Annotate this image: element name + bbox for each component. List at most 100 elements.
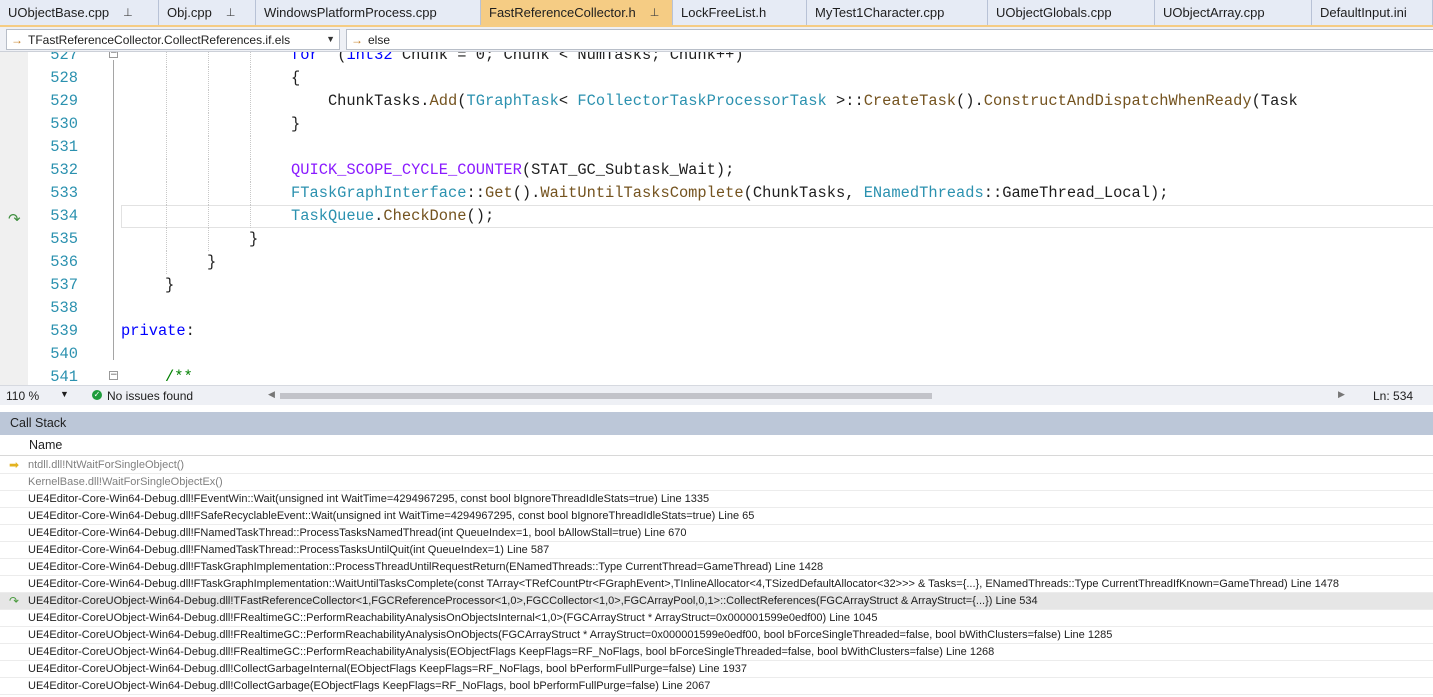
code-token: /** — [165, 368, 193, 385]
call-stack-frame[interactable]: UE4Editor-Core-Win64-Debug.dll!FSafeRecy… — [0, 508, 1433, 525]
call-stack-frame[interactable]: UE4Editor-Core-Win64-Debug.dll!FTaskGrap… — [0, 576, 1433, 593]
tab-windowsplatformprocess-cpp[interactable]: WindowsPlatformProcess.cpp — [256, 0, 481, 25]
column-header-name[interactable]: Name — [0, 435, 1433, 456]
call-stack-frame[interactable]: UE4Editor-CoreUObject-Win64-Debug.dll!FR… — [0, 610, 1433, 627]
call-stack-frame[interactable]: UE4Editor-CoreUObject-Win64-Debug.dll!FR… — [0, 627, 1433, 644]
indent-guide — [166, 159, 167, 182]
code-token: CheckDone — [383, 207, 467, 225]
call-stack-frame[interactable]: UE4Editor-CoreUObject-Win64-Debug.dll!Co… — [0, 661, 1433, 678]
line-number: 534 — [50, 207, 78, 225]
frame-name: UE4Editor-CoreUObject-Win64-Debug.dll!Co… — [28, 663, 748, 675]
call-stack-frame[interactable]: ↷ UE4Editor-CoreUObject-Win64-Debug.dll!T… — [0, 593, 1433, 610]
chevron-down-icon[interactable]: ▼ — [326, 30, 335, 49]
call-stack-frame[interactable]: UE4Editor-Core-Win64-Debug.dll!FEventWin… — [0, 491, 1433, 508]
code-token: FTaskGraphInterface — [291, 184, 467, 202]
tab-lockfreelist-h[interactable]: LockFreeList.h — [673, 0, 807, 25]
tab-obj-cpp[interactable]: Obj.cpp ⊥ — [159, 0, 256, 25]
call-stack-frame[interactable]: UE4Editor-CoreUObject-Win64-Debug.dll!Co… — [0, 678, 1433, 695]
line-number: 535 — [50, 230, 78, 248]
tab-fastreferencecollector-h[interactable]: FastReferenceCollector.h ⊥ — [481, 0, 673, 25]
code-token: ::GameThread_Local); — [983, 184, 1169, 202]
tab-defaultinput-ini[interactable]: DefaultInput.ini — [1312, 0, 1433, 25]
horizontal-scrollbar-thumb[interactable] — [280, 393, 932, 399]
code-line[interactable]: 533 FTaskGraphInterface::Get().WaitUntilT… — [0, 182, 1433, 205]
issues-status[interactable]: No issues found — [107, 389, 193, 403]
line-number: 541 — [50, 368, 78, 385]
tab-label: DefaultInput.ini — [1320, 5, 1407, 20]
code-token: int32 — [346, 52, 393, 64]
code-line[interactable]: 538 — [0, 297, 1433, 320]
code-line[interactable]: 529 ChunkTasks.Add(TGraphTask< FCollecto… — [0, 90, 1433, 113]
code-line[interactable]: ↷ 534 TaskQueue.CheckDone(); — [0, 205, 1433, 228]
frame-name: UE4Editor-Core-Win64-Debug.dll!FEventWin… — [28, 493, 710, 505]
line-number: 532 — [50, 161, 78, 179]
call-stack-frame[interactable]: UE4Editor-Core-Win64-Debug.dll!FNamedTas… — [0, 525, 1433, 542]
code-token: ( — [318, 52, 347, 64]
code-text: TaskQueue.CheckDone(); — [291, 205, 494, 228]
zoom-level[interactable]: 110 % — [6, 389, 39, 403]
code-token: : — [185, 322, 195, 340]
pin-icon[interactable]: ⊥ — [650, 6, 660, 19]
line-number: 528 — [50, 69, 78, 87]
tab-label: FastReferenceCollector.h — [489, 5, 636, 20]
line-number: 533 — [50, 184, 78, 202]
code-text: QUICK_SCOPE_CYCLE_COUNTER(STAT_GC_Subtas… — [291, 159, 734, 182]
code-line[interactable]: 531 — [0, 136, 1433, 159]
indent-guide — [166, 182, 167, 205]
code-token: (). — [956, 92, 984, 110]
tab-mytest1character-cpp[interactable]: MyTest1Character.cpp — [807, 0, 988, 25]
code-line[interactable]: 541 − /** — [0, 366, 1433, 385]
tab-uobjectarray-cpp[interactable]: UObjectArray.cpp — [1155, 0, 1312, 25]
code-token: } — [249, 230, 259, 248]
scope-arrow-icon: → — [11, 32, 23, 47]
code-editor[interactable]: 527− for (int32 Chunk = 0; Chunk < NumTas… — [0, 52, 1433, 385]
code-line[interactable]: 535} — [0, 228, 1433, 251]
code-token: (STAT_GC_Subtask_Wait); — [521, 161, 735, 179]
code-line[interactable]: 536} — [0, 251, 1433, 274]
indent-guide — [208, 136, 209, 159]
indent-guide — [166, 205, 167, 228]
code-token: TaskQueue — [291, 207, 375, 225]
indent-guide — [166, 136, 167, 159]
indent-guide — [208, 52, 209, 67]
call-stack-frame[interactable]: UE4Editor-Core-Win64-Debug.dll!FTaskGrap… — [0, 559, 1433, 576]
code-token: (); — [466, 207, 495, 225]
code-line[interactable]: 539 private: — [0, 320, 1433, 343]
indent-guide — [208, 205, 209, 228]
line-number: 540 — [50, 345, 78, 363]
collapse-icon[interactable]: − — [109, 371, 118, 380]
code-line[interactable]: 532 QUICK_SCOPE_CYCLE_COUNTER(STAT_GC_Sub… — [0, 159, 1433, 182]
code-line[interactable]: 527 − for (int32 Chunk = 0; Chunk < NumTas… — [0, 52, 1433, 67]
indent-guide — [208, 90, 209, 113]
code-line[interactable]: 537} — [0, 274, 1433, 297]
code-line[interactable]: 540 — [0, 343, 1433, 366]
tab-label: WindowsPlatformProcess.cpp — [264, 5, 437, 20]
frame-name: UE4Editor-CoreUObject-Win64-Debug.dll!FR… — [28, 629, 1113, 641]
scroll-right-icon[interactable]: ▶ — [1338, 389, 1345, 400]
indent-guide — [250, 52, 251, 67]
pin-icon[interactable]: ⊥ — [123, 6, 133, 19]
call-stack-frame[interactable]: ➡ ntdll.dll!NtWaitForSingleObject() — [0, 457, 1433, 474]
zoom-chevron-down-icon[interactable]: ▼ — [60, 389, 69, 399]
tab-uobjectbase-cpp[interactable]: UObjectBase.cpp ⊥ — [0, 0, 159, 25]
tab-uobjectglobals-cpp[interactable]: UObjectGlobals.cpp — [988, 0, 1155, 25]
indent-guide — [166, 228, 167, 251]
member-label: else — [368, 32, 391, 47]
collapse-icon[interactable]: − — [109, 52, 118, 58]
scroll-left-icon[interactable]: ◀ — [268, 389, 275, 400]
code-token: >:: — [826, 92, 864, 110]
code-token: (). — [512, 184, 541, 202]
code-text: private: — [121, 320, 195, 343]
code-token: . — [374, 207, 384, 225]
member-dropdown[interactable]: → else — [346, 29, 1433, 50]
call-stack-frame[interactable]: UE4Editor-CoreUObject-Win64-Debug.dll!FR… — [0, 644, 1433, 661]
code-token: QUICK_SCOPE_CYCLE_COUNTER — [291, 161, 522, 179]
code-line[interactable]: 530} — [0, 113, 1433, 136]
scope-dropdown[interactable]: → TFastReferenceCollector.CollectReferen… — [6, 29, 340, 50]
call-stack-frame[interactable]: KernelBase.dll!WaitForSingleObjectEx() — [0, 474, 1433, 491]
call-stack-frame[interactable]: UE4Editor-Core-Win64-Debug.dll!FNamedTas… — [0, 542, 1433, 559]
code-token: ConstructAndDispatchWhenReady — [983, 92, 1252, 110]
pin-icon[interactable]: ⊥ — [226, 6, 236, 19]
code-line[interactable]: 528 { — [0, 67, 1433, 90]
call-stack-frames: ➡ ntdll.dll!NtWaitForSingleObject() Kernel… — [0, 456, 1433, 697]
